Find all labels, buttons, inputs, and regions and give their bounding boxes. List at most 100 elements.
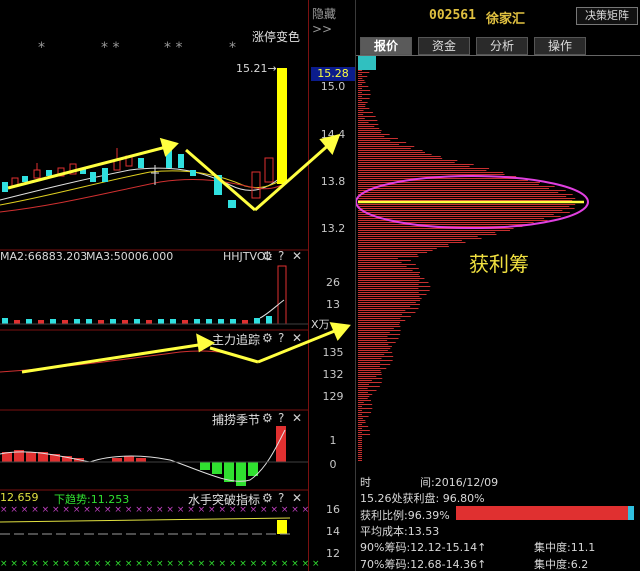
close-icon[interactable]: ✕ — [292, 491, 302, 505]
chip-bar — [358, 258, 398, 259]
candle-down — [178, 154, 184, 168]
chip-bar — [358, 222, 534, 223]
chip-bar — [358, 138, 398, 139]
chip-bar — [358, 330, 401, 331]
chip-bar — [358, 276, 420, 277]
volume-tick: 26 — [326, 276, 340, 289]
chart-area[interactable]: 隐藏>> * * * * * * 涨停变色 15.21→ 15.0 14.4 1… — [0, 0, 355, 571]
chip-bar — [358, 312, 416, 313]
chip-bar — [358, 260, 411, 261]
chip-bar — [358, 216, 561, 217]
chip-bar — [358, 70, 362, 71]
tab-quote[interactable]: 报价 — [360, 37, 412, 55]
chip-bar — [358, 104, 366, 105]
chip-bar — [358, 214, 554, 215]
chip-bar — [358, 280, 420, 281]
help-icon[interactable]: ? — [278, 411, 284, 425]
chip-bar — [358, 242, 466, 243]
season-indicator-name[interactable]: 捕捞季节 — [212, 411, 260, 428]
breakout-tick: 12 — [326, 547, 340, 560]
chip-bar — [358, 86, 369, 87]
chip-bar — [358, 288, 419, 289]
chip-bar — [358, 292, 419, 293]
chip-bar — [358, 102, 368, 103]
chip-bar — [358, 96, 362, 97]
chip-bar — [358, 254, 418, 255]
breakout-tick: 14 — [326, 525, 340, 538]
chip-bar — [358, 400, 371, 401]
chip-bar — [358, 210, 563, 211]
chip-bar — [358, 84, 362, 85]
chip-bar — [358, 72, 370, 73]
chip-bar — [358, 186, 555, 187]
chip-bar — [358, 278, 425, 279]
chip-bar — [358, 304, 420, 305]
chip-bar — [358, 310, 406, 311]
profit-ratio-bar — [456, 506, 628, 520]
chip-bar — [358, 82, 366, 83]
help-icon[interactable]: ? — [278, 249, 284, 263]
gear-icon[interactable]: ⚙ — [262, 249, 273, 263]
chip-bar — [358, 108, 370, 109]
profit-ratio-bar-tip — [628, 506, 634, 520]
chip-bar — [358, 130, 382, 131]
decision-matrix-button[interactable]: 决策矩阵 — [576, 7, 638, 25]
chip-bars — [358, 70, 576, 461]
candle-down — [138, 158, 144, 168]
help-icon[interactable]: ? — [278, 491, 284, 505]
candle-down — [22, 176, 28, 182]
chip-bar — [358, 334, 401, 335]
candle-down — [46, 170, 52, 176]
chip-bar — [358, 212, 570, 213]
chip-bar — [358, 324, 400, 325]
chip-bar — [358, 410, 362, 411]
chip-bar — [358, 348, 391, 349]
trend-tick: 129 — [322, 390, 344, 403]
chip-bar — [358, 344, 389, 345]
trend-indicator-name[interactable]: 主力追踪 — [212, 331, 260, 348]
help-icon[interactable]: ? — [278, 331, 284, 345]
profit-ratio-label: 获利比例:96.39% — [360, 509, 450, 522]
chip-bar — [358, 364, 391, 365]
chip-bar — [358, 362, 381, 363]
tab-analysis[interactable]: 分析 — [476, 37, 528, 55]
chip-bar — [358, 244, 449, 245]
gear-icon[interactable]: ⚙ — [262, 491, 273, 505]
chip-bar — [358, 168, 490, 169]
chip-bar — [358, 376, 377, 377]
chip-bar — [358, 442, 362, 443]
breakout-indicator-name[interactable]: 水手突破指标 — [188, 491, 260, 508]
close-icon[interactable]: ✕ — [292, 249, 302, 263]
chip-bar — [358, 94, 371, 95]
season-tick: 1 — [329, 434, 337, 447]
tab-operation[interactable]: 操作 — [534, 37, 586, 55]
chip-bar — [358, 452, 362, 453]
chip-bar — [358, 428, 362, 429]
chip-bar — [358, 460, 362, 461]
chip-bar — [358, 270, 413, 271]
chip-bar — [358, 248, 437, 249]
chip-bar — [358, 286, 431, 287]
chip-bar — [358, 88, 362, 89]
candle-down — [102, 168, 108, 182]
chip-bar — [358, 166, 470, 167]
close-icon[interactable]: ✕ — [292, 411, 302, 425]
chip-bar — [358, 386, 380, 387]
chip-bar — [358, 246, 449, 247]
chip-bar — [358, 322, 401, 323]
chip-bar — [358, 290, 430, 291]
tab-funds[interactable]: 资金 — [418, 37, 470, 55]
chip-bar — [358, 132, 381, 133]
chip-bar — [358, 156, 441, 157]
chip-bar — [358, 198, 576, 199]
candle-down — [2, 182, 8, 192]
concentration-70: 集中度:6.2 — [534, 558, 589, 571]
chip-bar — [358, 320, 406, 321]
trend-tick: 135 — [322, 346, 344, 359]
chip-bar — [358, 314, 403, 315]
chip-bar — [358, 174, 505, 175]
close-icon[interactable]: ✕ — [292, 331, 302, 345]
gear-icon[interactable]: ⚙ — [262, 331, 273, 345]
ma3-label: MA3:50006.000 — [86, 250, 174, 263]
gear-icon[interactable]: ⚙ — [262, 411, 273, 425]
